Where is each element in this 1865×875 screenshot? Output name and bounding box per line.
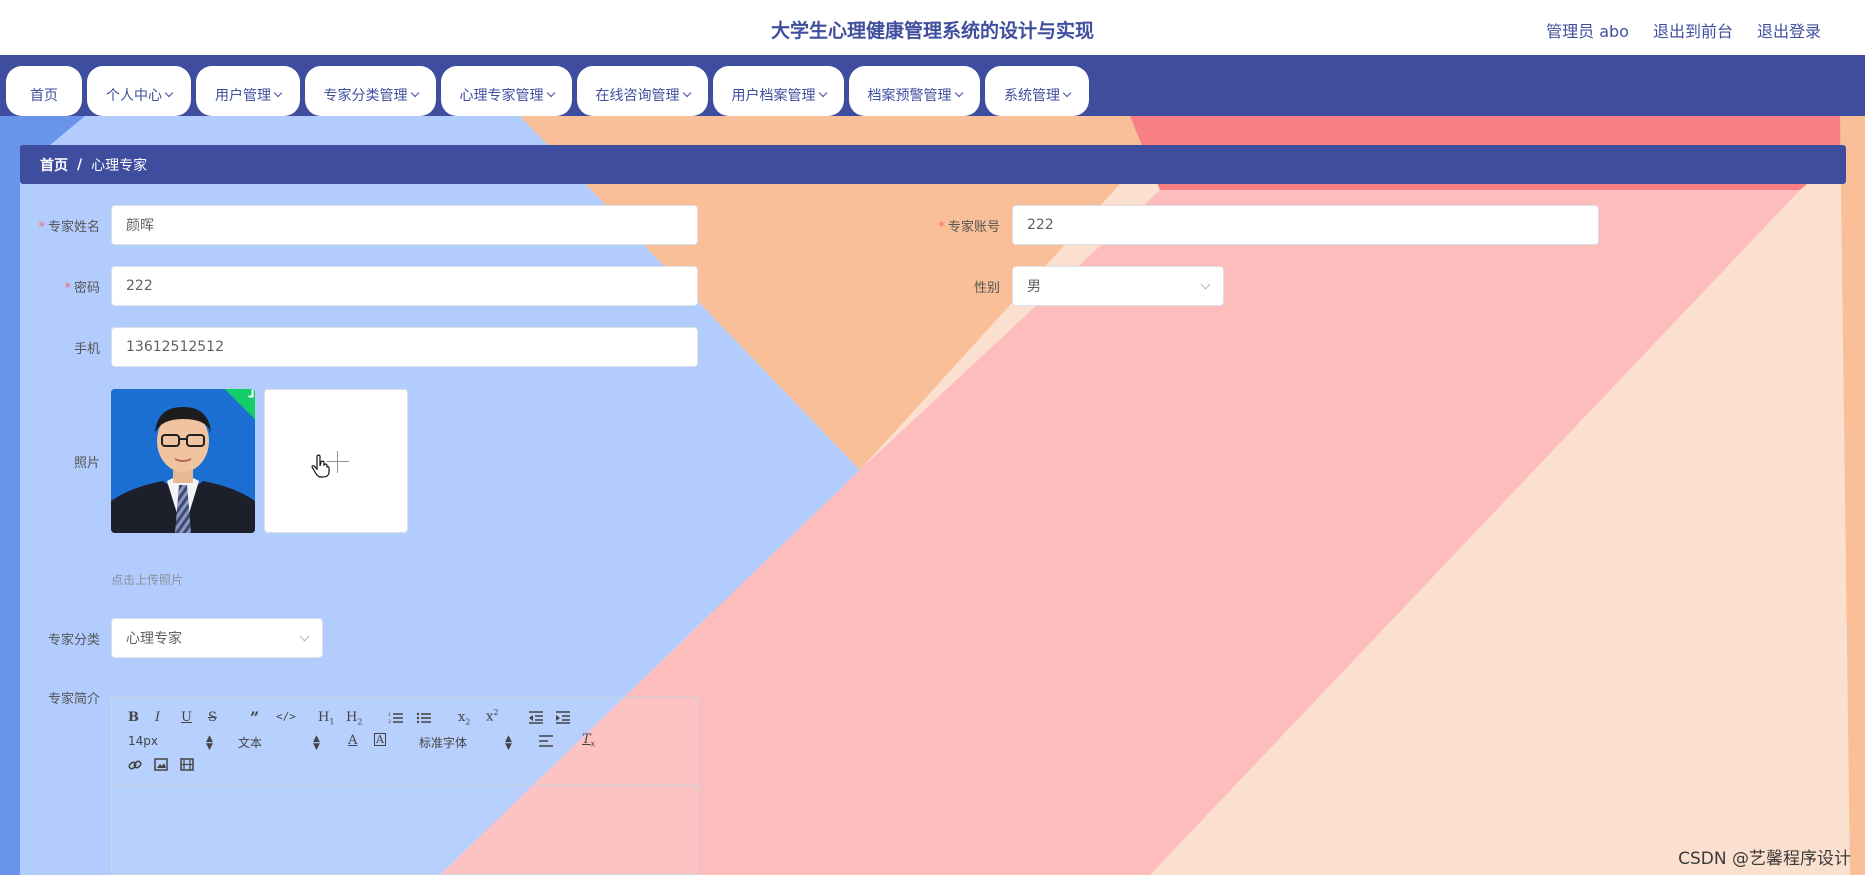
nav-item-label: 用户管理 — [215, 88, 271, 104]
chevron-down-icon — [682, 88, 691, 98]
superscript-icon[interactable]: x2 — [486, 708, 498, 724]
nav-item-label: 在线咨询管理 — [595, 88, 680, 104]
strikethrough-icon[interactable]: S — [208, 710, 217, 725]
nav-item-personal-center[interactable]: 个人中心 — [87, 66, 191, 116]
ordered-list-icon[interactable]: 12 — [388, 711, 404, 724]
background-color-icon[interactable]: A — [374, 733, 386, 746]
font-family-select[interactable]: 标准字体 ▲ ▼ — [419, 734, 519, 752]
nav-item-warning-management[interactable]: 档案预警管理 — [849, 66, 980, 116]
up-down-icon: ▲ ▼ — [206, 734, 213, 752]
chevron-down-icon — [299, 631, 310, 642]
outdent-icon[interactable] — [528, 711, 544, 724]
chevron-down-icon — [546, 88, 555, 98]
underline-icon[interactable]: U — [181, 710, 192, 725]
breadcrumb: 首页 / 心理专家 — [20, 145, 1846, 184]
upload-tip: 点击上传照片 — [111, 573, 184, 587]
nav-item-consultation-management[interactable]: 在线咨询管理 — [577, 66, 708, 116]
chevron-down-icon — [273, 88, 283, 98]
nav-item-label: 系统管理 — [1004, 88, 1060, 104]
indent-icon[interactable] — [555, 711, 571, 724]
intro-label: 专家简介 — [47, 692, 100, 707]
bold-icon[interactable]: B — [128, 710, 139, 725]
nav-item-expert-management[interactable]: 心理专家管理 — [441, 66, 572, 116]
photo-label: 照片 — [73, 456, 100, 471]
rich-text-editor[interactable]: B I U S ” </> H1 H2 12 x2 x2 14px ▲ ▼ 文本 ▲ ▼… — [111, 697, 700, 875]
nav-item-home[interactable]: 首页 — [6, 66, 82, 116]
phone-input[interactable]: 13612512512 — [111, 327, 698, 367]
hand-cursor-icon — [311, 454, 330, 478]
up-down-icon: ▲ ▼ — [313, 734, 320, 752]
chevron-down-icon — [1062, 88, 1072, 98]
chevron-down-icon — [818, 88, 827, 98]
font-size-select[interactable]: 14px ▲ ▼ — [128, 734, 218, 752]
nav-item-label: 用户档案管理 — [731, 88, 816, 104]
check-icon — [248, 389, 254, 398]
breadcrumb-current: 心理专家 — [91, 157, 148, 174]
expert-account-input[interactable]: 222 — [1012, 205, 1599, 245]
nav-item-label: 首页 — [30, 88, 58, 104]
subscript-icon[interactable]: x2 — [458, 710, 470, 727]
nav-item-label: 档案预警管理 — [867, 88, 952, 104]
bullet-list-icon[interactable] — [416, 711, 432, 724]
password-input[interactable]: 222 — [111, 266, 698, 306]
portrait-image — [111, 389, 255, 533]
up-down-icon: ▲ ▼ — [505, 734, 512, 752]
editor-toolbar: B I U S ” </> H1 H2 12 x2 x2 14px ▲ ▼ 文本 ▲ ▼… — [112, 698, 700, 786]
plus-icon-vertical — [337, 451, 338, 473]
blockquote-icon[interactable]: ” — [250, 708, 259, 727]
uploaded-photo-thumbnail[interactable] — [111, 389, 255, 533]
clear-format-icon[interactable]: Tx — [582, 732, 595, 749]
chevron-down-icon — [1200, 279, 1211, 290]
gender-select[interactable]: 男 — [1012, 266, 1224, 306]
watermark: CSDN @艺馨程序设计 — [1678, 849, 1851, 869]
breadcrumb-home[interactable]: 首页 — [40, 155, 68, 175]
main-navbar: 首页 个人中心 用户管理 专家分类管理 心理专家管理 在线咨询管理 用户档案管理… — [0, 57, 1865, 116]
password-label: * 密码 — [64, 281, 100, 296]
gender-label: 性别 — [973, 281, 1000, 296]
chevron-down-icon — [954, 88, 963, 98]
italic-icon[interactable]: I — [155, 710, 160, 725]
video-icon[interactable] — [180, 758, 194, 771]
text-type-select[interactable]: 文本 ▲ ▼ — [238, 734, 328, 752]
code-block-icon[interactable]: </> — [276, 710, 296, 723]
nav-item-system-management[interactable]: 系统管理 — [985, 66, 1089, 116]
breadcrumb-separator: / — [77, 156, 83, 173]
back-to-front-link[interactable]: 退出到前台 — [1653, 18, 1733, 42]
nav-item-label: 个人中心 — [106, 88, 162, 104]
heading-2-icon[interactable]: H2 — [346, 710, 362, 727]
photo-upload-button[interactable] — [264, 389, 408, 533]
nav-item-category-management[interactable]: 专家分类管理 — [305, 66, 436, 116]
top-header: 大学生心理健康管理系统的设计与实现 管理员 abo 退出到前台 退出登录 — [0, 0, 1865, 57]
nav-item-label: 专家分类管理 — [323, 88, 408, 104]
nav-item-user-management[interactable]: 用户管理 — [196, 66, 300, 116]
expert-name-label: * 专家姓名 — [38, 220, 100, 235]
svg-text:2: 2 — [388, 719, 391, 724]
chevron-down-icon — [164, 88, 174, 98]
nav-item-archive-management[interactable]: 用户档案管理 — [713, 66, 844, 116]
image-icon[interactable] — [154, 758, 168, 771]
category-label: 专家分类 — [47, 633, 100, 648]
heading-1-icon[interactable]: H1 — [318, 710, 334, 727]
phone-label: 手机 — [73, 342, 100, 357]
svg-text:1: 1 — [388, 712, 391, 718]
header-actions: 管理员 abo 退出到前台 退出登录 — [1546, 18, 1821, 42]
font-color-icon[interactable]: A — [348, 733, 357, 748]
align-left-icon[interactable] — [538, 735, 554, 747]
chevron-down-icon — [410, 88, 419, 98]
admin-user-label[interactable]: 管理员 abo — [1546, 18, 1629, 42]
logout-link[interactable]: 退出登录 — [1757, 18, 1821, 42]
expert-name-input[interactable]: 颜晖 — [111, 205, 698, 245]
category-select[interactable]: 心理专家 — [111, 618, 323, 658]
expert-account-label: * 专家账号 — [938, 220, 1000, 235]
nav-item-label: 心理专家管理 — [459, 88, 544, 104]
link-icon[interactable] — [128, 758, 142, 772]
